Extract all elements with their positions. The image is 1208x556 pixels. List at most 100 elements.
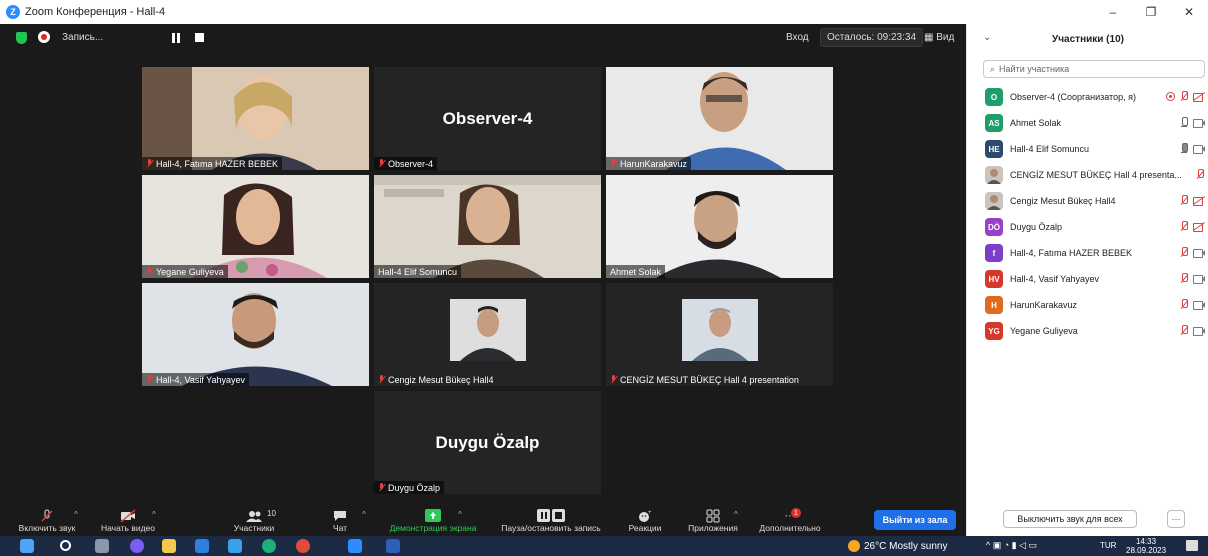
- tile-name-label: Duygu Özalp: [388, 482, 441, 493]
- video-options-caret-icon[interactable]: ^: [152, 510, 156, 519]
- video-tile[interactable]: Yegane Guliyeva: [142, 175, 369, 278]
- participants-button[interactable]: Участники: [222, 508, 286, 536]
- camera-off-icon[interactable]: [1193, 222, 1205, 232]
- reactions-button[interactable]: + Реакции: [622, 508, 668, 536]
- chat-options-caret-icon[interactable]: ^: [362, 510, 366, 519]
- security-shield-icon[interactable]: [16, 32, 27, 44]
- video-tile[interactable]: Duygu Özalp Duygu Özalp: [374, 391, 601, 494]
- stop-recording-button[interactable]: [195, 33, 204, 42]
- video-tile[interactable]: Hall-4, Vasif Yahyayev: [142, 283, 369, 386]
- video-tile[interactable]: Ahmet Solak: [606, 175, 833, 278]
- panel-more-button[interactable]: ···: [1167, 510, 1185, 528]
- svg-text:+: +: [648, 510, 652, 516]
- camera-icon[interactable]: [1193, 326, 1205, 336]
- participant-row[interactable]: HE Hall-4 Elif Somuncu: [967, 136, 1208, 162]
- windows-start-icon[interactable]: [20, 539, 34, 553]
- sun-icon: [848, 540, 860, 552]
- weather-text: 26°C Mostly sunny: [864, 540, 948, 552]
- unmute-button[interactable]: Включить звук: [10, 508, 84, 536]
- mic-muted-icon[interactable]: [1195, 169, 1205, 180]
- camera-icon[interactable]: [1193, 300, 1205, 310]
- mic-muted-icon[interactable]: [1179, 325, 1189, 336]
- mic-on-icon[interactable]: [1179, 143, 1189, 154]
- chat-button[interactable]: Чат: [322, 508, 358, 536]
- search-icon[interactable]: [60, 540, 71, 551]
- zoom-taskbar-icon[interactable]: [348, 539, 362, 553]
- tile-name-label: Hall-4, Fatıma HAZER BEBEK: [156, 158, 279, 169]
- minimize-button[interactable]: –: [1094, 0, 1132, 24]
- participant-status-icons: [1179, 299, 1205, 310]
- camera-icon[interactable]: [1193, 118, 1205, 128]
- tile-name: Duygu Özalp: [374, 481, 445, 494]
- audio-options-caret-icon[interactable]: ^: [74, 510, 78, 519]
- mic-on-icon[interactable]: [1179, 117, 1189, 128]
- participant-row[interactable]: CENGİZ MESUT BÜKEÇ Hall 4 presenta...: [967, 162, 1208, 188]
- mic-muted-icon[interactable]: [1179, 221, 1189, 232]
- participant-row[interactable]: HV Hall-4, Vasif Yahyayev: [967, 266, 1208, 292]
- camera-icon[interactable]: [1193, 144, 1205, 154]
- entry-button[interactable]: Вход: [786, 32, 809, 43]
- participant-name: Cengiz Mesut Bükeç Hall4: [1010, 196, 1116, 206]
- participant-video: [142, 175, 369, 278]
- video-tile-active-speaker[interactable]: Hall-4 Elif Somuncu: [374, 175, 601, 278]
- video-tile[interactable]: Hall-4, Fatıma HAZER BEBEK: [142, 67, 369, 170]
- leave-meeting-button[interactable]: Выйти из зала: [874, 510, 956, 530]
- video-tile[interactable]: HarunKarakavuz: [606, 67, 833, 170]
- camera-off-icon[interactable]: [1193, 92, 1205, 102]
- word-icon[interactable]: [386, 539, 400, 553]
- tile-name-label: HarunKarakavuz: [620, 158, 688, 169]
- mic-muted-icon[interactable]: [1179, 195, 1189, 206]
- participant-row[interactable]: YG Yegane Guliyeva: [967, 318, 1208, 344]
- camera-icon[interactable]: [1193, 274, 1205, 284]
- participant-avatar-photo: [985, 166, 1003, 184]
- time-remaining-label: Осталось: 09:23:34: [827, 32, 917, 43]
- mail-icon[interactable]: [228, 539, 242, 553]
- mic-muted-icon[interactable]: [1179, 91, 1189, 102]
- chrome-icon[interactable]: [296, 539, 310, 553]
- participants-icon: [246, 508, 262, 523]
- close-button[interactable]: ✕: [1170, 0, 1208, 24]
- participant-name: Hall-4 Elif Somuncu: [1010, 144, 1090, 154]
- clock[interactable]: 14:33 28.09.2023: [1126, 537, 1166, 555]
- store-icon[interactable]: [195, 539, 209, 553]
- participant-row[interactable]: DÖ Duygu Özalp: [967, 214, 1208, 240]
- video-tile[interactable]: Cengiz Mesut Bükeç Hall4: [374, 283, 601, 386]
- teams-chat-icon[interactable]: [130, 539, 144, 553]
- system-tray-icons[interactable]: ^ ▣ ◔ ▮ ◁ ▭: [986, 540, 1037, 551]
- notifications-icon[interactable]: [1186, 540, 1198, 551]
- file-explorer-icon[interactable]: [162, 539, 176, 553]
- pause-stop-record-button[interactable]: Пауза/остановить запись: [492, 508, 610, 536]
- tile-name: Hall-4, Fatıma HAZER BEBEK: [142, 157, 283, 170]
- weather-widget[interactable]: 26°C Mostly sunny: [848, 540, 947, 552]
- camera-icon[interactable]: [1193, 248, 1205, 258]
- more-button[interactable]: ··· Дополнительно: [752, 508, 828, 536]
- participant-row[interactable]: O Observer-4 (Соорганизатор, я): [967, 84, 1208, 110]
- apps-options-caret-icon[interactable]: ^: [734, 510, 738, 519]
- participants-count: 10: [267, 509, 276, 518]
- video-tile[interactable]: CENGİZ MESUT BÜKEÇ Hall 4 presentation: [606, 283, 833, 386]
- view-button[interactable]: ▦ Вид: [924, 32, 954, 43]
- edge-icon[interactable]: [262, 539, 276, 553]
- participant-video: [374, 175, 601, 278]
- view-label: Вид: [936, 32, 955, 43]
- participant-search-input[interactable]: ⌕ Найти участника: [983, 60, 1205, 78]
- maximize-button[interactable]: ❐: [1132, 0, 1170, 24]
- pause-recording-button[interactable]: [172, 33, 182, 43]
- camera-off-icon[interactable]: [1193, 196, 1205, 206]
- share-screen-button[interactable]: Демонстрация экрана: [378, 508, 488, 536]
- mic-muted-icon[interactable]: [1179, 247, 1189, 258]
- video-tile[interactable]: Observer-4 Observer-4: [374, 67, 601, 170]
- task-view-icon[interactable]: [95, 539, 109, 553]
- mic-muted-icon[interactable]: [1179, 273, 1189, 284]
- participant-row[interactable]: Cengiz Mesut Bükeç Hall4: [967, 188, 1208, 214]
- participant-row[interactable]: H HarunKarakavuz: [967, 292, 1208, 318]
- mute-all-button[interactable]: Выключить звук для всех: [1003, 510, 1137, 528]
- pause-stop-icon: [537, 508, 565, 523]
- participant-status-icons: [1195, 169, 1205, 180]
- participant-row[interactable]: f Hall-4, Fatıma HAZER BEBEK: [967, 240, 1208, 266]
- share-options-caret-icon[interactable]: ^: [458, 510, 462, 519]
- tile-name: Observer-4: [374, 157, 438, 170]
- language-indicator[interactable]: TUR: [1100, 541, 1116, 550]
- mic-muted-icon[interactable]: [1179, 299, 1189, 310]
- participant-row[interactable]: AS Ahmet Solak: [967, 110, 1208, 136]
